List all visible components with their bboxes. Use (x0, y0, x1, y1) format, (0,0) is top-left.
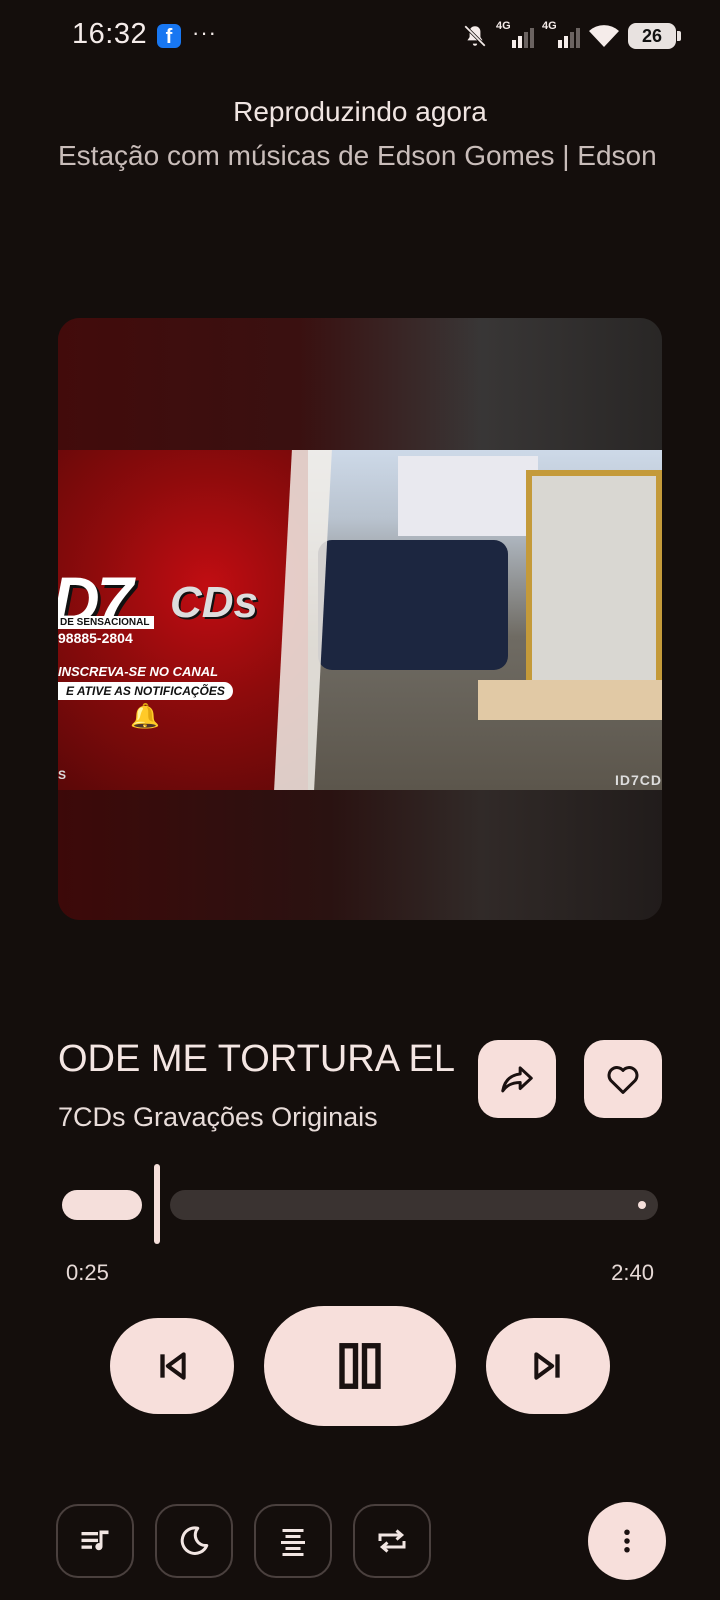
artwork-subscribe: INSCREVA-SE NO CANAL (58, 664, 219, 679)
more-options-button[interactable] (588, 1502, 666, 1580)
skip-next-icon (534, 1352, 560, 1380)
queue-music-icon (81, 1530, 109, 1551)
network-type-label: 4G (496, 20, 511, 32)
artwork-building (398, 456, 538, 536)
artwork-photo (298, 450, 662, 790)
heart-icon (607, 1066, 639, 1094)
repeat-button[interactable] (353, 1504, 431, 1578)
artwork-tagline: DE SENSACIONAL (58, 616, 154, 629)
artwork-logo-cds: CDs (170, 578, 259, 627)
progress-thumb[interactable] (154, 1164, 160, 1244)
queue-button[interactable] (56, 1504, 134, 1578)
share-button[interactable] (478, 1040, 556, 1118)
album-artwork[interactable]: D7 CDs DE SENSACIONAL 98885-2804 INSCREV… (58, 318, 662, 920)
artwork-image: D7 CDs DE SENSACIONAL 98885-2804 INSCREV… (58, 450, 662, 790)
track-title: ODE ME TORTURA EL (58, 1038, 455, 1080)
artwork-trailer (478, 680, 662, 720)
wifi-icon (589, 25, 619, 47)
progress-played[interactable] (62, 1190, 142, 1220)
pause-icon (339, 1343, 381, 1389)
repeat-icon (378, 1529, 406, 1553)
cell-signal-icon-1: 4G (496, 20, 534, 50)
lyrics-button[interactable] (254, 1504, 332, 1578)
artwork-blur-top (58, 318, 662, 450)
artwork-car (318, 540, 508, 670)
next-button[interactable] (486, 1318, 610, 1414)
more-notifications-icon: ··· (192, 20, 217, 45)
cell-signal-icon-2: 4G (542, 20, 580, 50)
moon-icon (180, 1526, 209, 1555)
total-time: 2:40 (611, 1260, 654, 1285)
share-icon (501, 1066, 533, 1093)
elapsed-time: 0:25 (66, 1260, 109, 1285)
progress-track[interactable] (170, 1190, 658, 1220)
more-vert-icon (624, 1529, 630, 1553)
track-artist[interactable]: 7CDs Gravações Originais (58, 1102, 378, 1133)
status-icons: 4G 4G 26 (462, 20, 681, 52)
lyrics-icon (281, 1529, 305, 1556)
mute-bell-icon (464, 25, 486, 47)
status-bar: 16:32 f ··· 4G 4G 26 (0, 0, 720, 72)
previous-button[interactable] (110, 1318, 234, 1414)
battery-icon: 26 (628, 23, 681, 49)
artwork-watermark-left: S (58, 768, 67, 782)
artwork-blur-bottom (58, 790, 662, 920)
pause-button[interactable] (264, 1306, 456, 1426)
clock: 16:32 (72, 18, 148, 50)
skip-previous-icon (160, 1352, 186, 1380)
facebook-notification-icon: f (157, 24, 181, 48)
station-name[interactable]: Estação com músicas de Edson Gomes | Eds… (58, 140, 662, 172)
favorite-button[interactable] (584, 1040, 662, 1118)
artwork-bell-icon: 🔔 (130, 703, 160, 730)
artwork-watermark-right: ID7CD (614, 772, 662, 788)
artwork-speaker (526, 470, 662, 690)
artwork-notify: E ATIVE AS NOTIFICAÇÕES (58, 682, 233, 700)
page-title: Reproduzindo agora (233, 96, 487, 127)
artwork-phone: 98885-2804 (58, 630, 133, 646)
sleep-timer-button[interactable] (155, 1504, 233, 1578)
progress-end-dot (638, 1201, 646, 1209)
network-type-label: 4G (542, 20, 557, 32)
